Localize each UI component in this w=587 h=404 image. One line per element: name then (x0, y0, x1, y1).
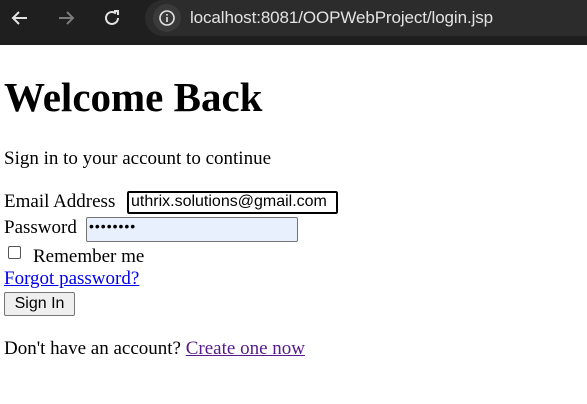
remember-me-checkbox[interactable] (8, 246, 21, 259)
reload-icon (105, 10, 119, 25)
page-subtitle: Sign in to your account to continue (4, 148, 272, 169)
password-value: •••••••• (89, 218, 137, 234)
sign-in-button[interactable]: Sign In (4, 292, 75, 316)
signup-prompt: Don't have an account? (4, 338, 181, 359)
password-field[interactable]: •••••••• (86, 217, 298, 242)
url-text[interactable]: localhost:8081/OOPWebProject/login.jsp (190, 8, 493, 28)
password-label: Password (4, 217, 77, 238)
reload-button[interactable] (100, 6, 124, 30)
back-button[interactable] (8, 6, 32, 30)
site-info-button[interactable] (153, 4, 181, 32)
forward-button[interactable] (54, 6, 78, 30)
email-label: Email Address (4, 191, 116, 212)
create-account-link[interactable]: Create one now (186, 338, 305, 359)
remember-me-label: Remember me (33, 246, 145, 267)
address-bar[interactable]: localhost:8081/OOPWebProject/login.jsp (145, 0, 587, 36)
signup-row: Don't have an account? Create one now (4, 338, 305, 360)
arrow-right-icon (59, 11, 75, 25)
forgot-password-link[interactable]: Forgot password? (4, 268, 139, 289)
email-row: Email Address (4, 191, 115, 213)
browser-toolbar: localhost:8081/OOPWebProject/login.jsp (0, 0, 587, 45)
arrow-left-icon (11, 11, 27, 25)
page-title: Welcome Back (4, 74, 263, 120)
info-icon (159, 10, 175, 26)
email-value: uthrix.solutions@gmail.com (131, 193, 327, 210)
forgot-password-row: Forgot password? (4, 268, 139, 290)
email-field[interactable]: uthrix.solutions@gmail.com (126, 190, 339, 215)
password-row: Password (4, 217, 77, 239)
